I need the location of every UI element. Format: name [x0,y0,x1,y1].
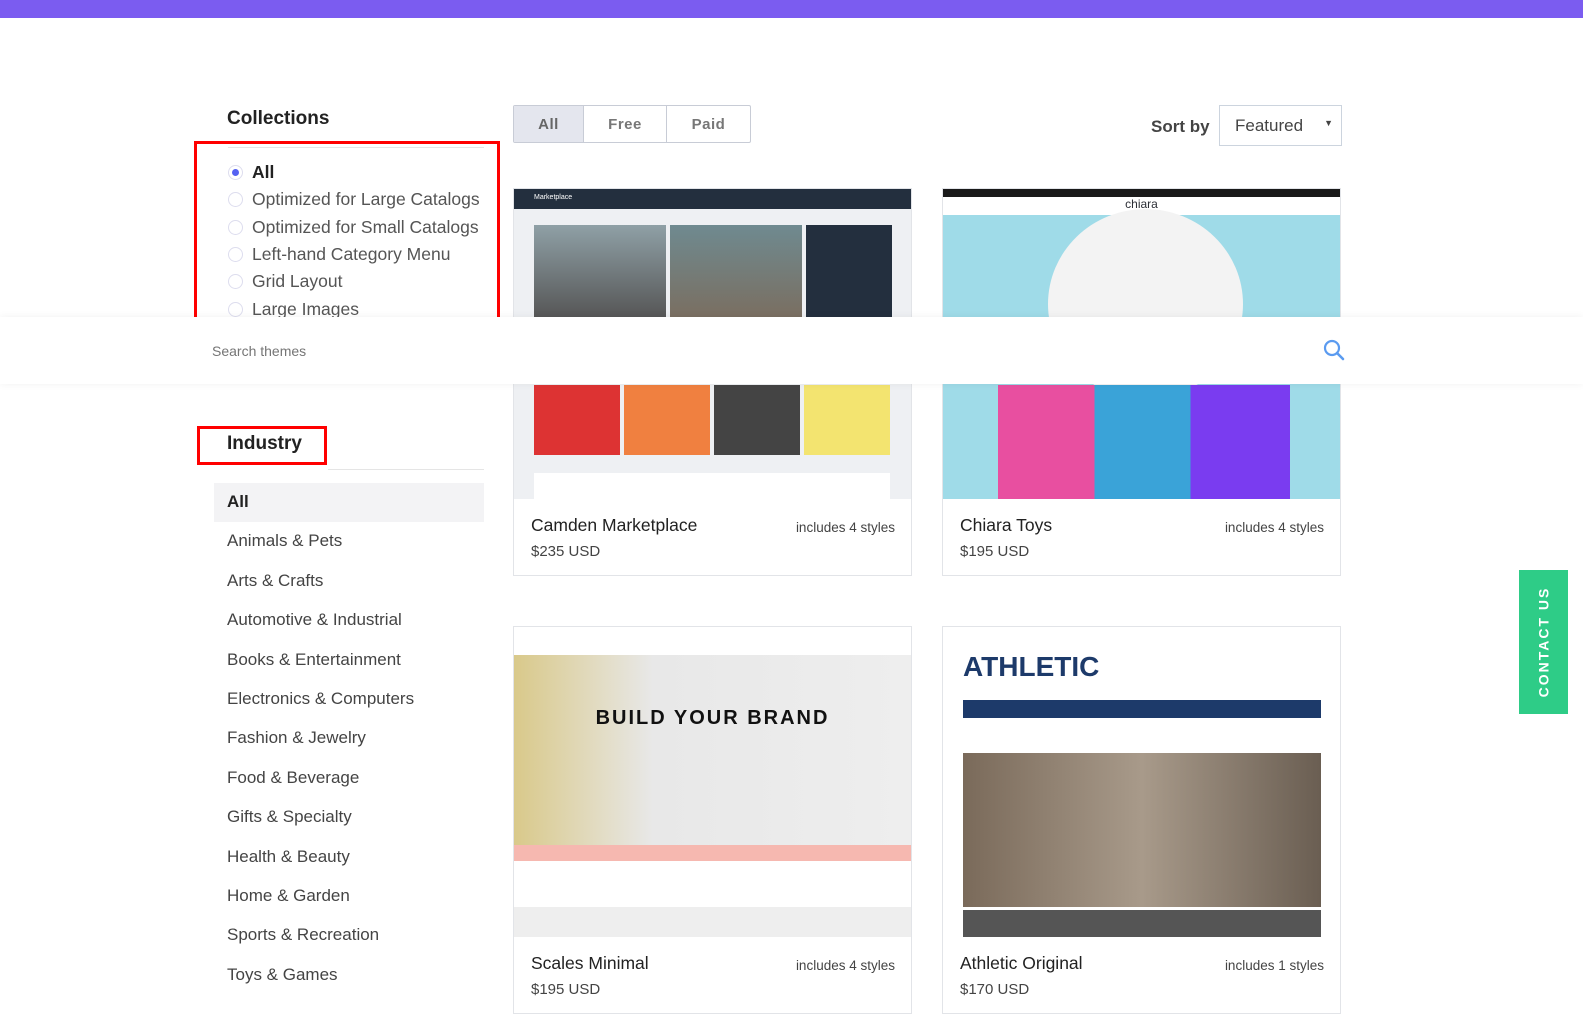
industry-item[interactable]: Arts & Crafts [227,571,323,591]
sort-value: Featured [1235,115,1304,135]
search-bar [0,317,1583,384]
caret-down-icon: ▼ [1324,118,1333,128]
theme-name[interactable]: Scales Minimal [531,953,649,974]
industry-item[interactable]: Sports & Recreation [227,925,379,945]
contact-us-button[interactable]: CONTACT US [1519,570,1568,714]
price-filter: All Free Paid [513,105,751,143]
theme-name[interactable]: Camden Marketplace [531,515,697,536]
radio-button[interactable] [228,165,243,180]
collection-option-label: Optimized for Small Catalogs [252,216,479,237]
industry-item[interactable]: Animals & Pets [227,531,342,551]
industry-item[interactable]: Electronics & Computers [227,689,414,709]
radio-button[interactable] [228,301,243,317]
collection-option[interactable]: Grid Layout [228,271,342,292]
collection-option[interactable]: Optimized for Large Catalogs [228,189,480,210]
theme-price: $195 USD [960,543,1030,560]
industry-item[interactable]: All [227,492,249,512]
theme-name[interactable]: Chiara Toys [960,515,1052,536]
theme-price: $170 USD [960,981,1030,998]
contact-label: CONTACT US [1535,586,1552,698]
search-icon[interactable] [1323,339,1345,361]
theme-price: $195 USD [531,981,601,998]
industry-item[interactable]: Home & Garden [227,886,350,906]
industry-item[interactable]: Fashion & Jewelry [227,728,366,748]
collection-option[interactable]: Left-hand Category Menu [228,244,450,265]
collection-option-label: All [252,162,275,182]
industry-item[interactable]: Toys & Games [227,965,338,985]
industry-item[interactable]: Gifts & Specialty [227,807,352,827]
industry-active-bg [214,483,484,522]
divider [328,469,484,470]
radio-button[interactable] [228,192,243,208]
theme-styles: includes 4 styles [1224,520,1324,535]
industry-item[interactable]: Food & Beverage [227,768,359,788]
collection-option-label: Optimized for Large Catalogs [252,189,480,210]
tab-free[interactable]: Free [584,106,667,142]
theme-styles: includes 4 styles [795,958,895,973]
tab-paid[interactable]: Paid [667,106,750,142]
sort-label: Sort by [1151,117,1210,136]
industry-item[interactable]: Automotive & Industrial [227,610,402,630]
theme-thumbnail[interactable]: BUILD YOUR BRAND [514,627,911,937]
sort-select[interactable]: Featured ▼ [1219,105,1342,146]
divider [228,147,484,148]
collection-option-label: Left-hand Category Menu [252,243,451,264]
theme-styles: includes 1 styles [1224,958,1324,973]
collection-option[interactable]: Optimized for Small Catalogs [228,217,479,238]
highlight-box [197,426,327,465]
theme-card[interactable]: BUILD YOUR BRAND Scales Minimal $195 USD… [513,626,912,1014]
tab-all[interactable]: All [514,106,584,142]
radio-button[interactable] [228,219,243,235]
theme-price: $235 USD [531,543,601,560]
theme-thumbnail[interactable]: ATHLETIC [943,627,1340,937]
theme-styles: includes 4 styles [795,520,895,535]
theme-card[interactable]: ATHLETIC Athletic Original $170 USD incl… [942,626,1341,1014]
top-banner [0,0,1583,18]
thumb-logo: Marketplace [514,189,911,209]
search-input[interactable] [212,339,1302,363]
industry-item[interactable]: Books & Entertainment [227,650,401,670]
thumb-logo: ATHLETIC [963,651,1100,682]
radio-button[interactable] [228,274,243,290]
industry-item[interactable]: Health & Beauty [227,847,350,867]
collection-option[interactable]: All [228,162,274,183]
collections-heading: Collections [227,108,330,129]
theme-name[interactable]: Athletic Original [960,953,1083,974]
collection-option-label: Grid Layout [252,271,343,292]
radio-button[interactable] [228,246,243,262]
thumb-headline: BUILD YOUR BRAND [595,707,830,729]
